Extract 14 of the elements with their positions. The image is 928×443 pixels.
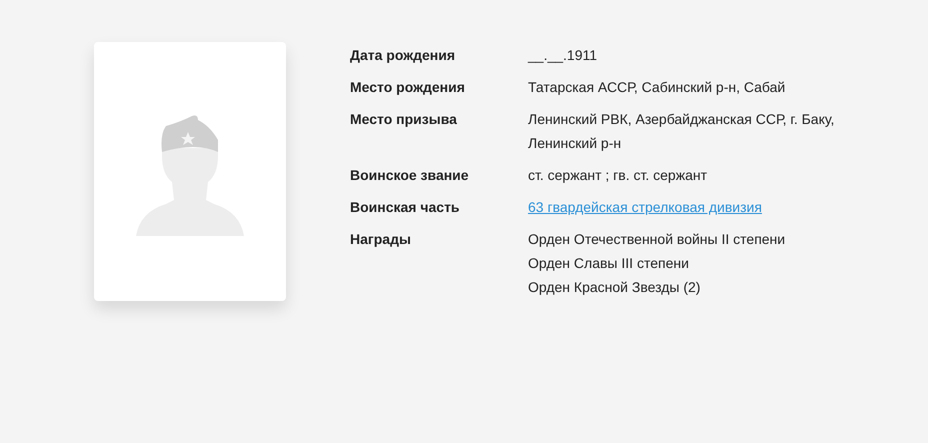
field-label: Дата рождения [350, 46, 456, 65]
field-label: Место рождения [350, 78, 466, 97]
field-label: Воинская часть [350, 198, 461, 217]
field-value: ст. сержант ; гв. ст. сержант [528, 166, 708, 185]
field-label: Воинское звание [350, 166, 470, 185]
field-value: Орден Славы III степени [528, 254, 690, 273]
field-value: Ленинский РВК, Азербайджанская ССР, г. Баку, Ленинский р-н [528, 110, 836, 153]
field-value: Орден Отечественной войны II степени [528, 230, 786, 249]
unit-link[interactable]: 63 гвардейская стрелковая дивизия [528, 195, 762, 219]
field-label: Награды [350, 230, 412, 249]
field-label: Место призыва [350, 110, 458, 129]
field-value: Орден Красной Звезды (2) [528, 278, 702, 297]
field-value: Татарская АССР, Сабинский р-н, Сабай [528, 78, 786, 97]
field-value: __.__.1911 [528, 46, 598, 65]
